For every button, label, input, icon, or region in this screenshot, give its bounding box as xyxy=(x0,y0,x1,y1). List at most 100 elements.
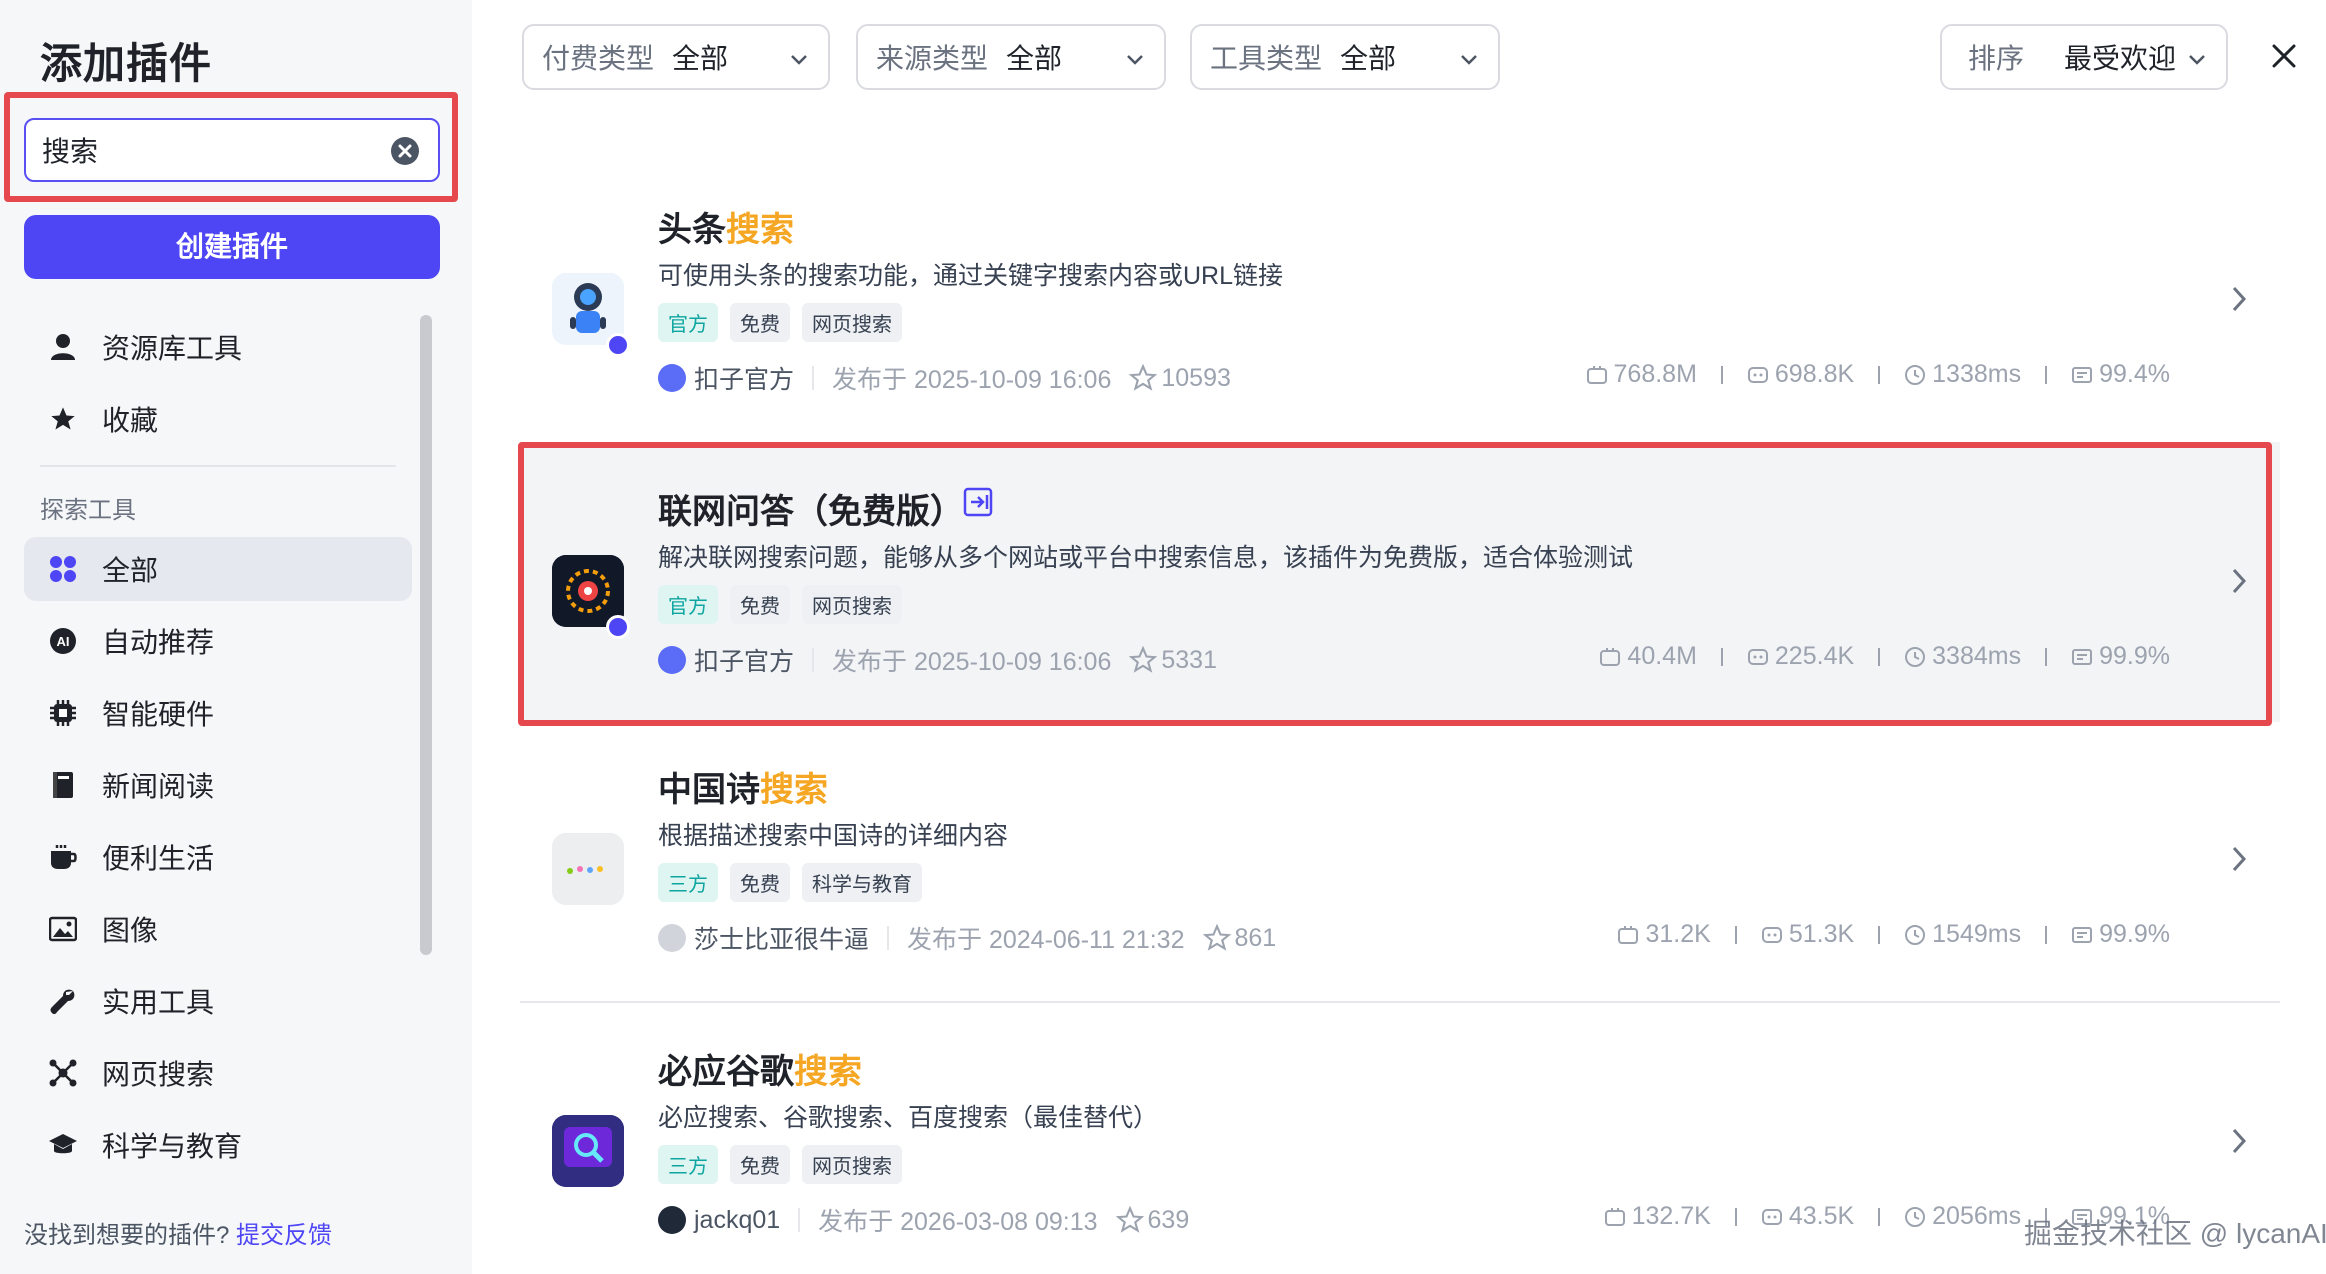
filter-source-type[interactable]: 来源类型 全部 xyxy=(856,24,1166,90)
plugin-author: jackq01 xyxy=(694,1205,781,1234)
stat-bots: 768.8M xyxy=(1613,360,1697,388)
nav-item-label: 新闻阅读 xyxy=(102,771,215,802)
ai-icon: AI xyxy=(48,626,78,656)
plugin-name-match: 搜索 xyxy=(726,211,794,249)
plugin-description: 必应搜索、谷歌搜索、百度搜索（最佳替代） xyxy=(658,1104,1159,1132)
plugin-stars: 861 xyxy=(1202,924,1276,953)
calls-icon xyxy=(1761,1208,1782,1225)
book-icon xyxy=(48,770,78,800)
stat-calls: 698.8K xyxy=(1774,360,1855,388)
stars-count: 10593 xyxy=(1161,363,1231,392)
plugin-logo xyxy=(552,833,624,905)
star-outline-icon xyxy=(1202,924,1231,951)
nav-item-science-education[interactable]: 科学与教育 xyxy=(24,1113,412,1177)
meta-divider xyxy=(812,366,815,390)
plugin-card[interactable]: 中国诗搜索 根据描述搜索中国诗的详细内容 三方 免费 科学与教育 莎士比亚很牛逼… xyxy=(520,720,2280,1000)
sort-select[interactable]: 排序 最受欢迎 xyxy=(1940,24,2228,90)
author-avatar xyxy=(658,364,686,392)
tag-category: 网页搜索 xyxy=(802,1145,902,1184)
stat-latency: 1549ms xyxy=(1932,920,2022,948)
tag-category: 科学与教育 xyxy=(802,863,922,902)
nav-item-web-search[interactable]: 网页搜索 xyxy=(24,1041,412,1105)
nav-item-favorites[interactable]: 收藏 xyxy=(24,387,412,451)
bot-icon xyxy=(1604,1207,1625,1226)
scrollbar-thumb[interactable] xyxy=(420,315,432,955)
nav-item-library-tools[interactable]: 资源库工具 xyxy=(24,315,412,379)
nav-item-image[interactable]: 图像 xyxy=(24,897,412,961)
stat-bots: 31.2K xyxy=(1645,920,1711,948)
stat-latency: 2056ms xyxy=(1932,1202,2022,1230)
plugin-stats: 768.8M 698.8K 1338ms 99.4% xyxy=(1586,360,2170,389)
close-icon[interactable] xyxy=(2268,40,2300,72)
plugin-logo xyxy=(552,1115,624,1187)
stat-success: 99.4% xyxy=(2099,360,2170,388)
nav-item-label: 资源库工具 xyxy=(102,333,243,364)
stat-calls: 51.3K xyxy=(1788,920,1855,948)
stat-calls: 43.5K xyxy=(1788,1202,1855,1230)
chevron-right-icon[interactable] xyxy=(2226,1126,2252,1156)
nav-item-auto-recommend[interactable]: AI 自动推荐 xyxy=(24,609,412,673)
card-highlight-frame xyxy=(518,442,2272,726)
filter-pay-type[interactable]: 付费类型 全部 xyxy=(522,24,830,90)
nav-scrollbar[interactable] xyxy=(420,315,432,955)
filter-key: 工具类型 xyxy=(1210,43,1323,74)
clear-icon[interactable] xyxy=(390,136,420,166)
feedback-link[interactable]: 提交反馈 xyxy=(236,1222,332,1249)
plugin-meta: 扣子官方 发布于 2025-10-09 16:06 10593 xyxy=(658,360,1231,396)
tag-source: 官方 xyxy=(658,303,718,342)
plugin-author: 莎士比亚很牛逼 xyxy=(694,926,870,954)
plugin-meta: 莎士比亚很牛逼 发布于 2024-06-11 21:32 861 xyxy=(658,920,1276,956)
nav-item-label: 收藏 xyxy=(102,405,159,436)
nav-item-smart-hardware[interactable]: 智能硬件 xyxy=(24,681,412,745)
nav-item-life[interactable]: 便利生活 xyxy=(24,825,412,889)
plugin-name-match: 搜索 xyxy=(794,1053,862,1091)
stars-count: 639 xyxy=(1147,1205,1190,1234)
chip-icon xyxy=(48,698,78,728)
sidebar: 添加插件 创建插件 资源库工具 收藏 探索工具 全部 xyxy=(0,0,472,1274)
plugin-stats: 31.2K 51.3K 1549ms 99.9% xyxy=(1617,920,2170,949)
bot-icon xyxy=(1586,365,1607,384)
network-icon xyxy=(48,1058,78,1088)
nav-item-label: 实用工具 xyxy=(102,987,215,1018)
clock-icon xyxy=(1905,1206,1926,1227)
graduation-cap-icon xyxy=(48,1130,78,1160)
nav-divider xyxy=(40,465,396,467)
star-outline-icon xyxy=(1129,364,1158,391)
success-rate-icon xyxy=(2072,366,2093,383)
nav-item-all[interactable]: 全部 xyxy=(24,537,412,601)
chevron-down-icon xyxy=(1127,55,1143,65)
calls-icon xyxy=(1747,366,1768,383)
plugin-name-text: 头条 xyxy=(658,211,726,249)
nav-item-news[interactable]: 新闻阅读 xyxy=(24,753,412,817)
plugin-name: 必应谷歌搜索 xyxy=(658,1044,862,1093)
plugin-tags: 三方 免费 网页搜索 xyxy=(658,1145,902,1184)
chevron-down-icon xyxy=(2189,55,2205,65)
chevron-right-icon[interactable] xyxy=(2226,844,2252,874)
plugin-description: 根据描述搜索中国诗的详细内容 xyxy=(658,822,1009,850)
search-field[interactable] xyxy=(24,118,440,182)
nav-section-title: 探索工具 xyxy=(40,497,136,524)
plugin-card[interactable]: 必应谷歌搜索 必应搜索、谷歌搜索、百度搜索（最佳替代） 三方 免费 网页搜索 j… xyxy=(520,1002,2280,1274)
search-input[interactable] xyxy=(42,130,372,170)
filter-tool-type[interactable]: 工具类型 全部 xyxy=(1190,24,1500,90)
stat-latency: 1338ms xyxy=(1932,360,2022,388)
tag-category: 网页搜索 xyxy=(802,303,902,342)
clock-icon xyxy=(1905,924,1926,945)
official-badge-icon xyxy=(606,333,630,357)
create-plugin-button[interactable]: 创建插件 xyxy=(24,215,440,279)
tag-pay: 免费 xyxy=(730,1145,790,1184)
wrench-icon xyxy=(48,986,78,1016)
nav-item-utilities[interactable]: 实用工具 xyxy=(24,969,412,1033)
tag-pay: 免费 xyxy=(730,303,790,342)
chevron-right-icon[interactable] xyxy=(2226,284,2252,314)
panel-title: 添加插件 xyxy=(40,40,213,87)
chevron-down-icon xyxy=(791,55,807,65)
feedback-text: 没找到想要的插件? xyxy=(24,1222,230,1249)
nav-item-label: 科学与教育 xyxy=(102,1131,243,1162)
watermark: 掘金技术社区 @ lycanAI xyxy=(2024,1218,2326,1249)
plugin-card[interactable]: 头条搜索 可使用头条的搜索功能，通过关键字搜索内容或URL链接 官方 免费 网页… xyxy=(520,160,2280,440)
plugin-name: 头条搜索 xyxy=(658,202,794,251)
nav-item-label: 自动推荐 xyxy=(102,627,215,658)
stat-success: 99.9% xyxy=(2099,920,2170,948)
plugin-name-text: 必应谷歌 xyxy=(658,1053,794,1091)
